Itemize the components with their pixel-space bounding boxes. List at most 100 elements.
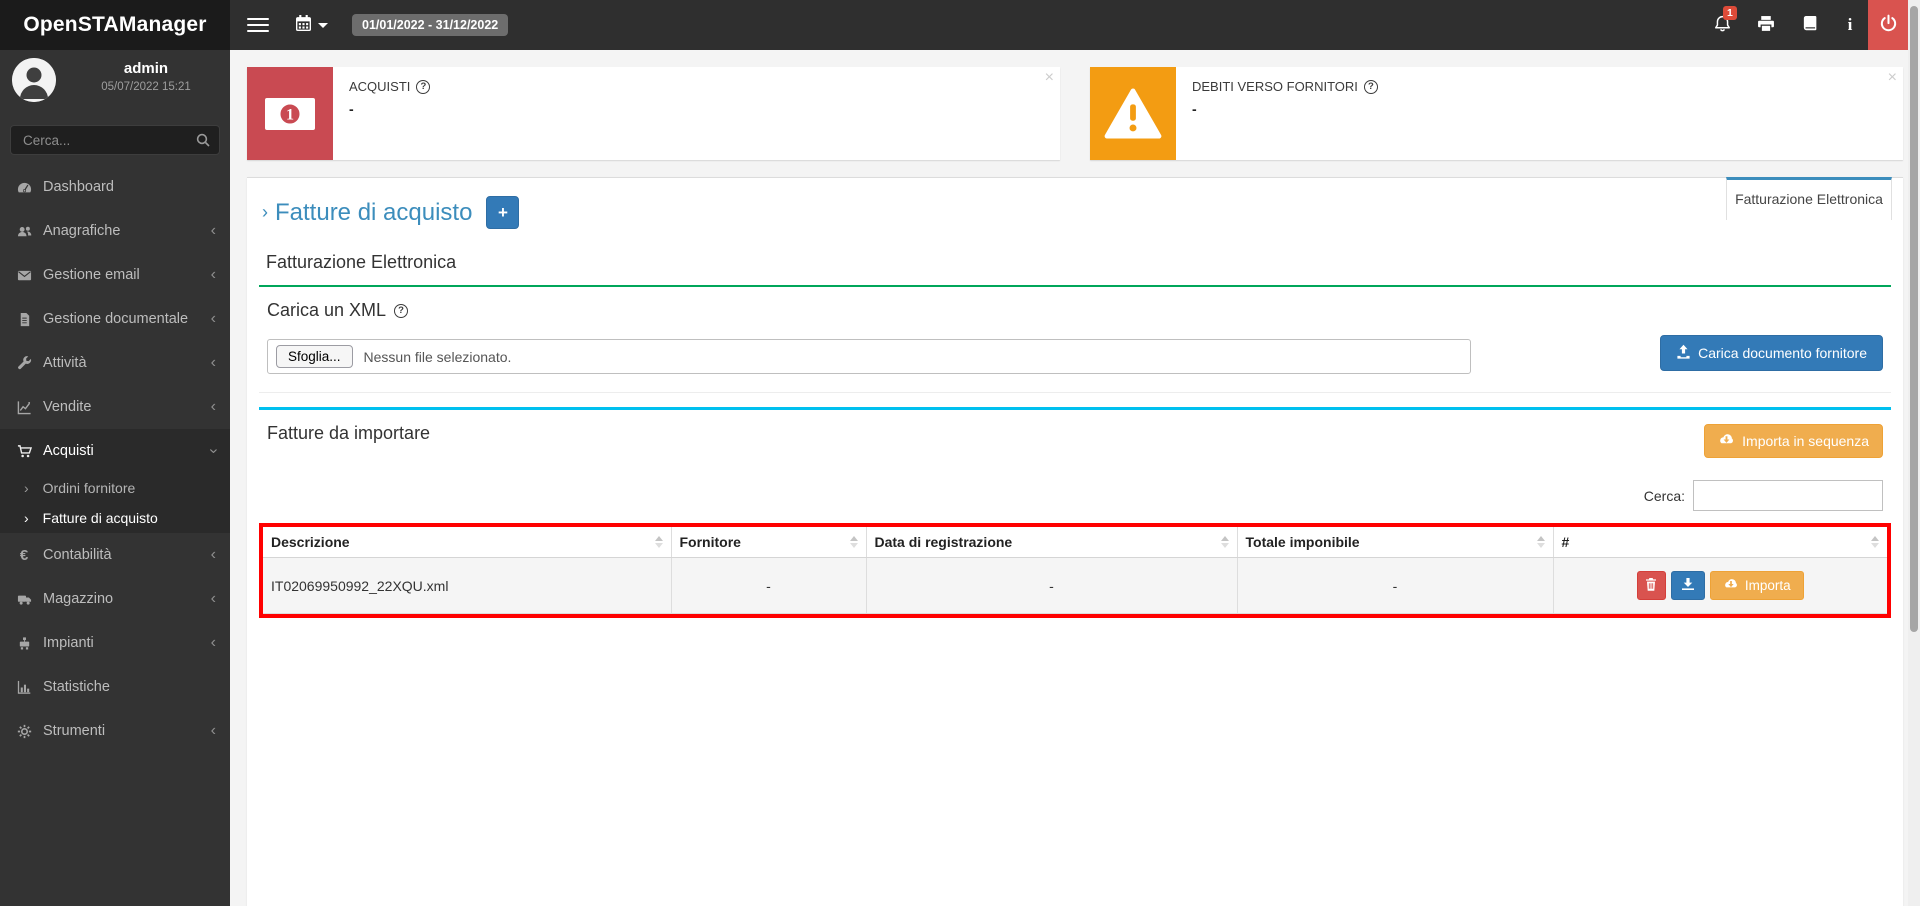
date-range-badge[interactable]: 01/01/2022 - 31/12/2022	[352, 14, 509, 36]
sidebar-item-vendite[interactable]: Vendite ‹	[0, 385, 230, 429]
sidebar-item-attivita[interactable]: Attività ‹	[0, 341, 230, 385]
chevron-left-icon: ‹	[210, 398, 216, 415]
infobox-body: DEBITI VERSO FORNITORI ? - ×	[1176, 67, 1903, 129]
cell-actions: Importa	[1552, 557, 1887, 614]
scrollbar-track[interactable]	[1908, 0, 1920, 906]
cloud-download-icon	[1723, 578, 1739, 593]
book-icon	[1801, 15, 1819, 36]
sidebar: admin 05/07/2022 15:21 Dashboard Anagraf…	[0, 50, 230, 906]
download-button[interactable]	[1670, 571, 1705, 600]
user-last-login: 05/07/2022 15:21	[101, 81, 191, 93]
chevron-down-icon	[318, 22, 328, 28]
sidebar-item-acquisti[interactable]: Acquisti ‹	[0, 429, 230, 473]
annotation-highlight-box: Descrizione Fornitore Data di registrazi…	[259, 523, 1891, 618]
upload-icon	[1676, 344, 1691, 362]
page-title[interactable]: Fatture di acquisto	[275, 199, 472, 227]
sidebar-search	[10, 125, 220, 155]
file-status-text: Nessun file selezionato.	[363, 348, 512, 365]
sidebar-item-statistiche[interactable]: Statistiche	[0, 665, 230, 709]
notifications-button[interactable]: 1	[1700, 0, 1744, 50]
help-icon[interactable]: ?	[416, 79, 431, 94]
cell-descrizione: IT02069950992_22XQU.xml	[263, 557, 671, 614]
close-icon[interactable]: ×	[1037, 65, 1062, 91]
column-header-descrizione[interactable]: Descrizione	[263, 527, 671, 558]
chevron-left-icon: ‹	[210, 266, 216, 283]
tab-fatturazione-elettronica[interactable]: Fatturazione Elettronica	[1726, 177, 1892, 220]
file-input[interactable]: Sfoglia... Nessun file selezionato.	[267, 339, 1471, 374]
infobox-body: ACQUISTI ? - ×	[333, 67, 1060, 129]
chevron-left-icon: ‹	[210, 222, 216, 239]
printer-icon	[1757, 15, 1775, 36]
users-icon	[13, 224, 35, 239]
sidebar-item-impianti[interactable]: Impianti ‹	[0, 621, 230, 665]
logout-button[interactable]	[1868, 0, 1908, 50]
upload-supplier-document-button[interactable]: Carica documento fornitore	[1660, 335, 1883, 371]
chart-line-icon	[13, 400, 35, 415]
chevron-left-icon: ‹	[210, 354, 216, 371]
column-header-fornitore[interactable]: Fornitore	[670, 527, 866, 558]
table-search: Cerca:	[259, 458, 1891, 511]
cell-totale-imponibile: -	[1236, 557, 1553, 614]
navbar-right: 1 i	[1700, 0, 1908, 50]
column-header-data-registrazione[interactable]: Data di registrazione	[865, 527, 1237, 558]
truck-icon	[13, 592, 35, 607]
upload-xml-panel: Carica un XML ? Sfoglia... Nessun file s…	[259, 285, 1891, 393]
sidebar-toggle-button[interactable]	[247, 0, 269, 50]
sidebar-item-contabilita[interactable]: € Contabilità ‹	[0, 533, 230, 577]
search-label: Cerca:	[1643, 487, 1685, 504]
cell-fornitore: -	[670, 557, 866, 614]
warning-triangle-icon	[1090, 67, 1176, 160]
chevron-left-icon: ‹	[210, 634, 216, 651]
sidebar-item-gestione-documentale[interactable]: Gestione documentale ‹	[0, 297, 230, 341]
info-icon: i	[1847, 15, 1853, 34]
content-area: 1 ACQUISTI ? - × DEBITI VERSO FORNITORI …	[230, 50, 1908, 906]
sidebar-item-ordini-fornitore[interactable]: › Ordini fornitore	[0, 473, 230, 503]
app-logo[interactable]: OpenSTAManager	[0, 0, 230, 50]
infobox-title: ACQUISTI	[349, 79, 411, 94]
sidebar-item-label: Impianti	[43, 635, 94, 651]
add-invoice-button[interactable]: +	[486, 196, 520, 229]
import-row-button[interactable]: Importa	[1709, 571, 1804, 600]
sidebar-subitem-label: Ordini fornitore	[42, 480, 136, 496]
sidebar-item-label: Vendite	[43, 399, 92, 415]
button-label: Importa in sequenza	[1742, 433, 1869, 449]
table-search-input[interactable]	[1693, 480, 1883, 511]
envelope-icon	[13, 268, 35, 283]
sidebar-menu: Dashboard Anagrafiche ‹ Gestione email ‹…	[0, 165, 230, 753]
import-sequence-button[interactable]: Importa in sequenza	[1704, 424, 1883, 458]
help-icon[interactable]: ?	[1363, 79, 1378, 94]
sidebar-treeview-acquisti: Acquisti ‹ › Ordini fornitore › Fatture …	[0, 429, 230, 533]
period-selector[interactable]	[295, 0, 328, 50]
scrollbar-thumb[interactable]	[1910, 6, 1918, 632]
sidebar-item-magazzino[interactable]: Magazzino ‹	[0, 577, 230, 621]
search-icon[interactable]	[196, 133, 210, 150]
user-panel: admin 05/07/2022 15:21	[0, 50, 230, 116]
download-icon	[1681, 577, 1695, 594]
delete-button[interactable]	[1636, 571, 1666, 600]
power-icon	[1879, 14, 1898, 36]
sidebar-subitem-label: Fatture di acquisto	[42, 510, 158, 526]
sidebar-item-anagrafiche[interactable]: Anagrafiche ‹	[0, 209, 230, 253]
main-card: Fatturazione Elettronica › Fatture di ac…	[247, 177, 1903, 906]
close-icon[interactable]: ×	[1880, 65, 1905, 91]
document-icon	[13, 312, 35, 327]
sidebar-item-dashboard[interactable]: Dashboard	[0, 165, 230, 209]
sidebar-item-gestione-email[interactable]: Gestione email ‹	[0, 253, 230, 297]
help-icon[interactable]: ?	[394, 303, 409, 318]
chevron-left-icon: ‹	[210, 590, 216, 607]
sidebar-item-fatture-di-acquisto[interactable]: › Fatture di acquisto	[0, 503, 230, 533]
table-header-row: Descrizione Fornitore Data di registrazi…	[263, 527, 1887, 558]
sidebar-item-strumenti[interactable]: Strumenti ‹	[0, 709, 230, 753]
sort-icon	[1871, 536, 1879, 548]
sort-icon	[1220, 536, 1229, 548]
app-window: OpenSTAManager 01/01/2022 - 31/12/2022 1	[0, 0, 1920, 906]
column-header-actions[interactable]: #	[1552, 527, 1887, 558]
about-button[interactable]: i	[1832, 0, 1868, 50]
column-header-totale-imponibile[interactable]: Totale imponibile	[1236, 527, 1553, 558]
docs-button[interactable]	[1788, 0, 1832, 50]
sidebar-item-label: Statistiche	[43, 679, 110, 695]
print-button[interactable]	[1744, 0, 1788, 50]
browse-button[interactable]: Sfoglia...	[276, 345, 353, 368]
calendar-icon	[295, 15, 312, 35]
sidebar-search-input[interactable]	[10, 125, 220, 155]
